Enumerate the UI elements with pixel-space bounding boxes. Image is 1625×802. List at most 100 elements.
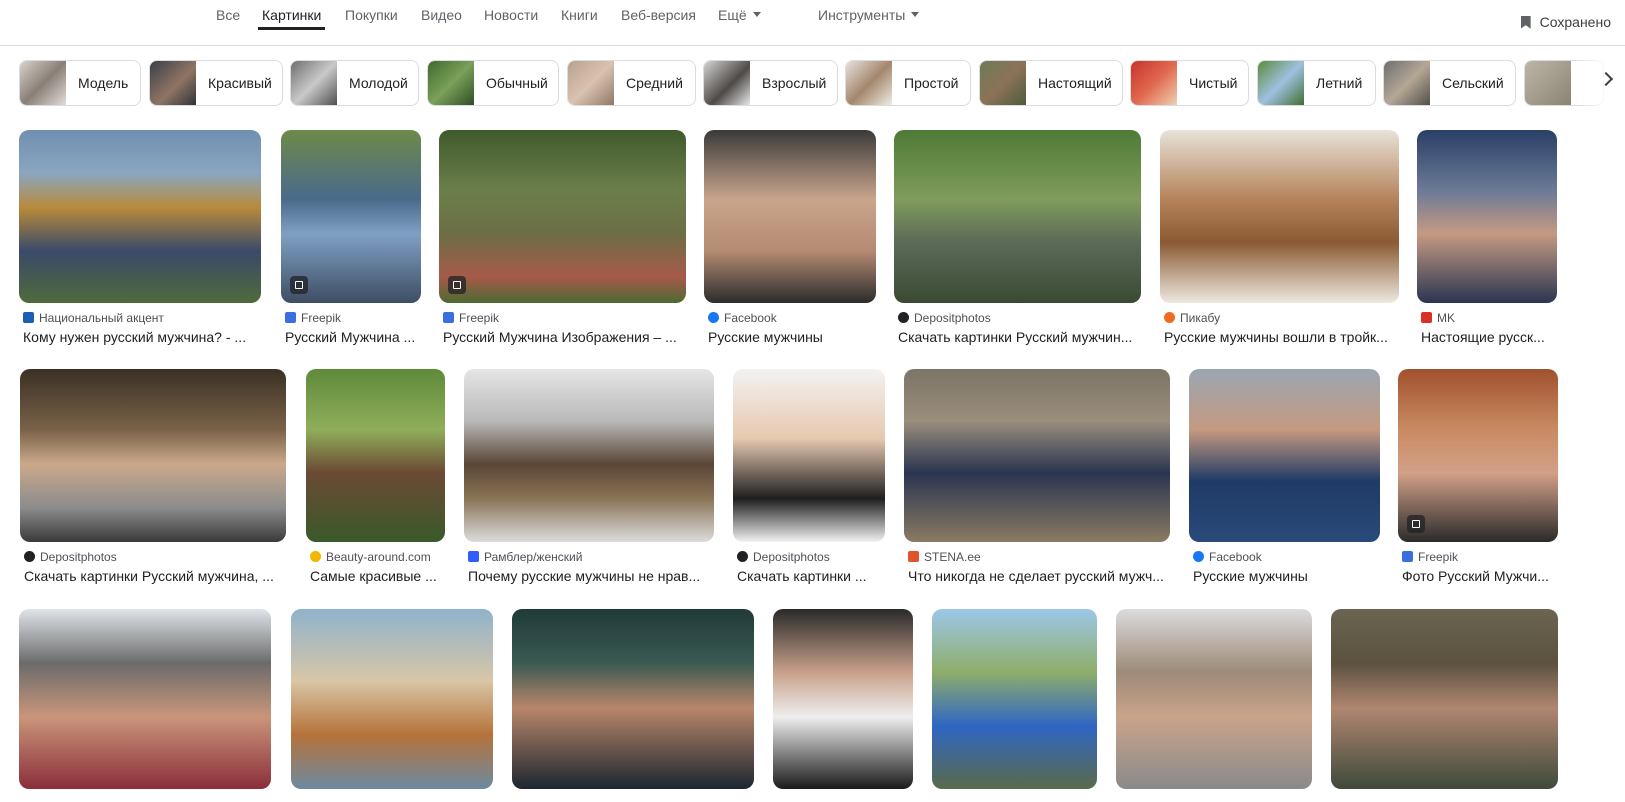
- result-title[interactable]: Фото Русский Мужчи...: [1402, 568, 1556, 584]
- result-image: [19, 609, 271, 789]
- chip-thumbnail: [150, 61, 196, 105]
- tab-images[interactable]: Картинки: [257, 0, 326, 44]
- image-result[interactable]: [291, 609, 493, 802]
- chip-handsome[interactable]: Красивый: [149, 60, 283, 106]
- result-image: [932, 609, 1097, 789]
- result-source: MK: [1421, 311, 1455, 325]
- image-result[interactable]: Рамблер/женский Почему русские мужчины н…: [464, 369, 714, 594]
- source-favicon-icon: [1421, 312, 1432, 323]
- chip-label: Красивый: [208, 75, 272, 91]
- image-badge-icon: [290, 276, 308, 294]
- tab-video[interactable]: Видео: [421, 0, 462, 44]
- result-title[interactable]: Русские мужчины вошли в тройк...: [1164, 329, 1397, 345]
- source-favicon-icon: [737, 551, 748, 562]
- result-image: [306, 369, 445, 542]
- image-result[interactable]: [19, 609, 271, 802]
- result-image: [773, 609, 913, 789]
- result-image: [1398, 369, 1558, 542]
- result-title[interactable]: Настоящие русск...: [1421, 329, 1555, 345]
- chip-young[interactable]: Молодой: [290, 60, 419, 106]
- image-result[interactable]: Beauty-around.com Самые красивые ...: [306, 369, 445, 594]
- result-title[interactable]: Русский Мужчина Изображения – ...: [443, 329, 684, 345]
- chip-adult[interactable]: Взрослый: [703, 60, 838, 106]
- tab-all[interactable]: Все: [216, 0, 240, 44]
- source-favicon-icon: [468, 551, 479, 562]
- source-favicon-icon: [23, 312, 34, 323]
- chip-rural[interactable]: Сельский: [1383, 60, 1516, 106]
- chip-label: Обычный: [486, 75, 548, 91]
- source-favicon-icon: [1402, 551, 1413, 562]
- result-image: [733, 369, 885, 542]
- result-title[interactable]: Скачать картинки Русский мужчин...: [898, 329, 1139, 345]
- result-title[interactable]: Скачать картинки Русский мужчина, ...: [24, 568, 284, 584]
- source-favicon-icon: [285, 312, 296, 323]
- image-result[interactable]: [1331, 609, 1558, 802]
- image-result[interactable]: Depositphotos Скачать картинки Русский м…: [894, 130, 1141, 355]
- image-result[interactable]: Национальный акцент Кому нужен русский м…: [19, 130, 261, 355]
- tools-button[interactable]: Инструменты: [818, 0, 920, 44]
- chip-thumbnail: [1525, 61, 1571, 105]
- image-result[interactable]: [932, 609, 1097, 802]
- result-source: Freepik: [443, 311, 499, 325]
- result-source: Beauty-around.com: [310, 550, 431, 564]
- result-image: [704, 130, 876, 303]
- tab-more-label: Ещё: [718, 7, 747, 23]
- bookmark-icon: [1520, 15, 1531, 29]
- result-image: [904, 369, 1170, 542]
- chip-thumbnail: [1131, 61, 1177, 105]
- image-result[interactable]: MK Настоящие русск...: [1417, 130, 1557, 355]
- image-result[interactable]: Freepik Фото Русский Мужчи...: [1398, 369, 1558, 594]
- image-result[interactable]: [773, 609, 913, 802]
- image-result[interactable]: Depositphotos Скачать картинки Русский м…: [20, 369, 286, 594]
- chip-label: Сельский: [1442, 75, 1504, 91]
- result-title[interactable]: Русские мужчины: [708, 329, 874, 345]
- result-title[interactable]: Скачать картинки ...: [737, 568, 883, 584]
- image-result[interactable]: Freepik Русский Мужчина Изображения – ..…: [439, 130, 686, 355]
- chevron-down-icon: [911, 11, 920, 17]
- image-result[interactable]: [512, 609, 754, 802]
- result-image: [894, 130, 1141, 303]
- chip-real[interactable]: Настоящий: [979, 60, 1123, 106]
- chip-label: Летний: [1316, 75, 1363, 91]
- result-title[interactable]: Кому нужен русский мужчина? - ...: [23, 329, 259, 345]
- chip-label: Средний: [626, 75, 683, 91]
- chip-average[interactable]: Средний: [567, 60, 696, 106]
- image-result[interactable]: Depositphotos Скачать картинки ...: [733, 369, 885, 594]
- image-badge-icon: [1407, 515, 1425, 533]
- image-result[interactable]: Facebook Русские мужчины: [1189, 369, 1380, 594]
- image-result[interactable]: Freepik Русский Мужчина ...: [281, 130, 421, 355]
- result-title[interactable]: Что никогда не сделает русский мужч...: [908, 568, 1168, 584]
- tab-shopping[interactable]: Покупки: [345, 0, 398, 44]
- image-result[interactable]: [1116, 609, 1312, 802]
- chip-thumbnail: [20, 61, 66, 105]
- tab-books[interactable]: Книги: [561, 0, 598, 44]
- result-image: [1189, 369, 1380, 542]
- source-favicon-icon: [443, 312, 454, 323]
- chip-model[interactable]: Модель: [19, 60, 141, 106]
- image-result[interactable]: Facebook Русские мужчины: [704, 130, 876, 355]
- chip-clean[interactable]: Чистый: [1130, 60, 1249, 106]
- result-title[interactable]: Почему русские мужчины не нрав...: [468, 568, 712, 584]
- tab-web[interactable]: Веб-версия: [621, 0, 696, 44]
- chip-simple[interactable]: Простой: [845, 60, 971, 106]
- result-title[interactable]: Русские мужчины: [1193, 568, 1378, 584]
- chip-summer[interactable]: Летний: [1257, 60, 1376, 106]
- source-favicon-icon: [708, 312, 719, 323]
- result-source: Depositphotos: [898, 311, 991, 325]
- saved-button[interactable]: Сохранено: [1520, 8, 1611, 36]
- tab-more[interactable]: Ещё: [718, 0, 761, 44]
- tab-news[interactable]: Новости: [484, 0, 538, 44]
- chip-thumbnail: [428, 61, 474, 105]
- image-result[interactable]: STENA.ee Что никогда не сделает русский …: [904, 369, 1170, 594]
- image-result[interactable]: Пикабу Русские мужчины вошли в тройк...: [1160, 130, 1399, 355]
- result-title[interactable]: Русский Мужчина ...: [285, 329, 419, 345]
- chip-ordinary[interactable]: Обычный: [427, 60, 559, 106]
- chip-thumbnail: [1384, 61, 1430, 105]
- result-image: [20, 369, 286, 542]
- chip-label: Настоящий: [1038, 75, 1112, 91]
- chip-thumbnail: [846, 61, 892, 105]
- saved-label: Сохранено: [1539, 14, 1611, 30]
- result-title[interactable]: Самые красивые ...: [310, 568, 443, 584]
- image-badge-icon: [448, 276, 466, 294]
- chip-label: Модель: [78, 75, 129, 91]
